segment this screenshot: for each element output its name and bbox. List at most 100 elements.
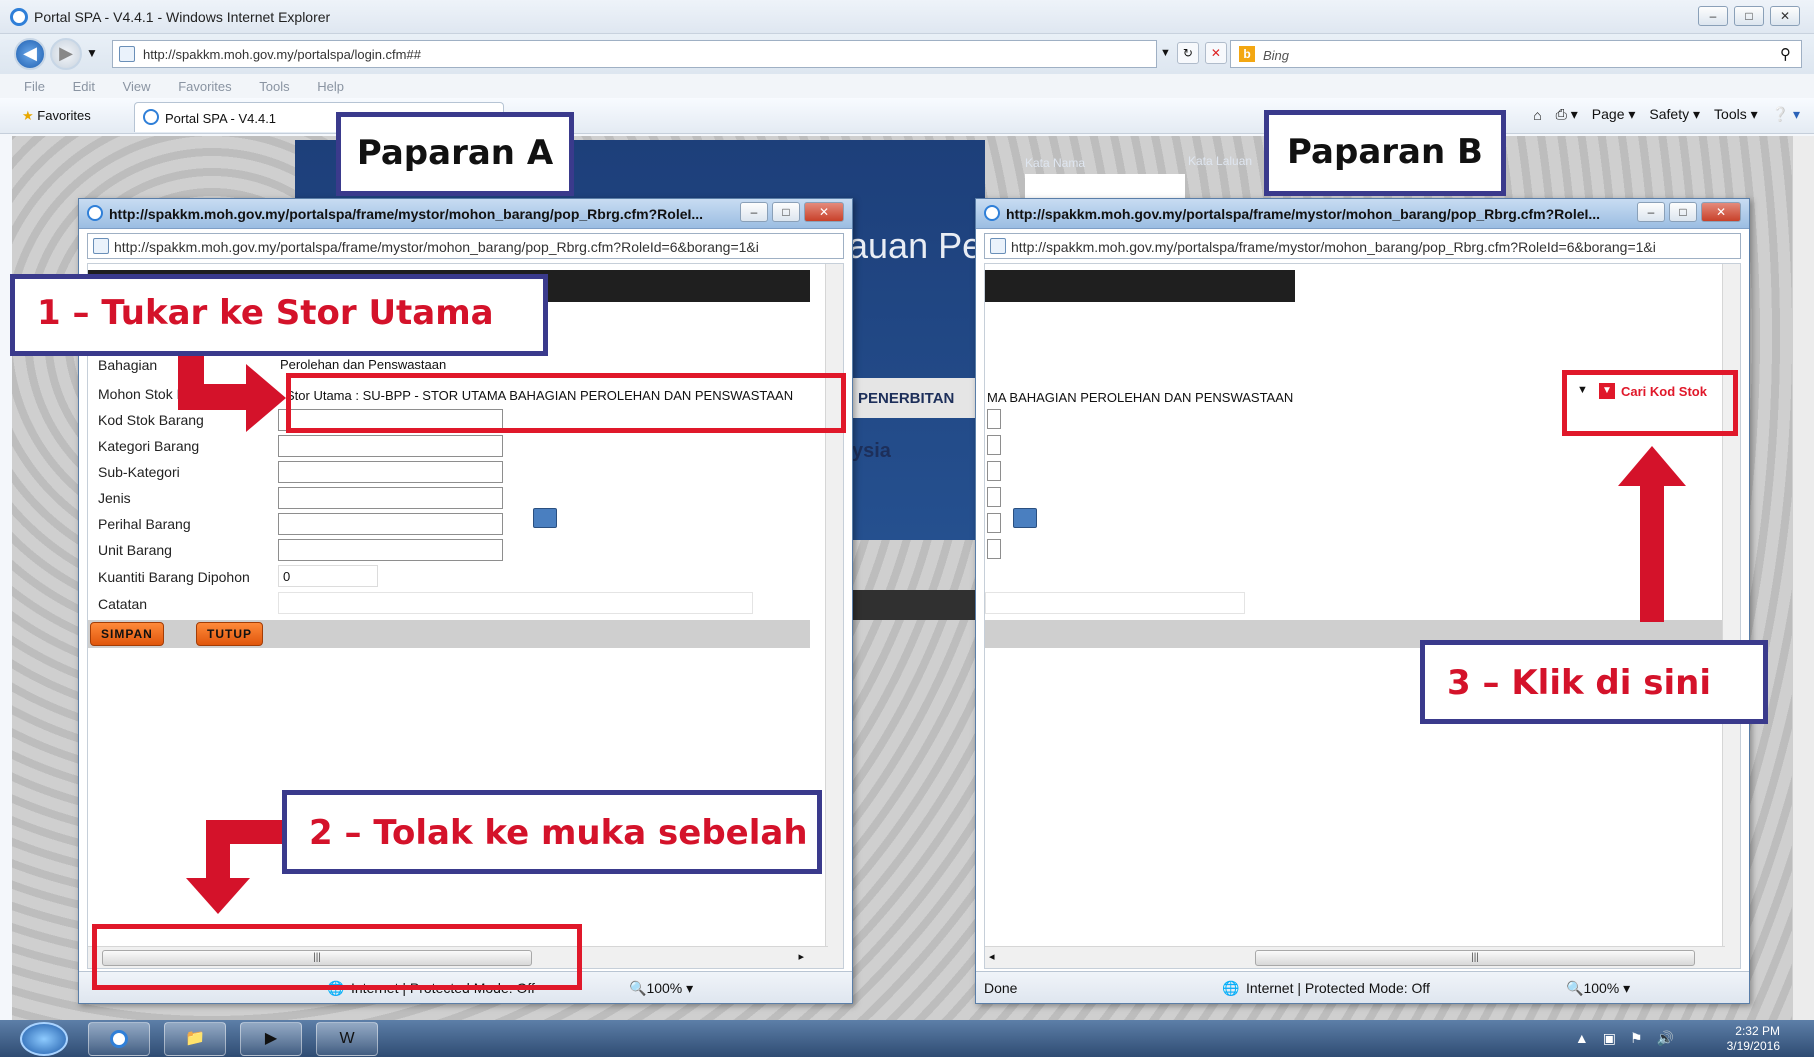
clock-date: 3/19/2016 bbox=[1726, 1039, 1780, 1053]
sub-kategori-input[interactable] bbox=[278, 461, 503, 483]
cmd-page[interactable]: Page ▾ bbox=[1592, 106, 1636, 123]
kategori-input[interactable] bbox=[987, 435, 1001, 455]
callout-step2: 2 – Tolak ke muka sebelah bbox=[282, 790, 822, 874]
maximize-icon[interactable]: □ bbox=[1734, 6, 1764, 26]
print-icon[interactable]: ⎙ ▾ bbox=[1556, 106, 1578, 123]
taskbar-explorer-icon[interactable]: 📁 bbox=[164, 1022, 226, 1056]
close-icon[interactable]: ✕ bbox=[1770, 6, 1800, 26]
lookup-icon[interactable] bbox=[533, 508, 557, 528]
label-perihal: Perihal Barang bbox=[98, 516, 191, 532]
kod-stok-input[interactable] bbox=[987, 409, 1001, 429]
tutup-button[interactable]: TUTUP bbox=[196, 622, 263, 646]
home-icon[interactable]: ⌂ bbox=[1533, 107, 1541, 123]
close-icon[interactable]: ✕ bbox=[804, 202, 844, 222]
search-icon[interactable]: ⚲ bbox=[1780, 45, 1791, 63]
jenis-input[interactable] bbox=[987, 487, 1001, 507]
label-catatan: Catatan bbox=[98, 596, 148, 612]
minimize-icon[interactable]: – bbox=[740, 202, 768, 222]
label-sub-kategori: Sub-Kategori bbox=[98, 464, 180, 480]
favorites-label: Favorites bbox=[37, 108, 91, 123]
taskbar-ie-icon[interactable] bbox=[88, 1022, 150, 1056]
cmd-tools[interactable]: Tools ▾ bbox=[1714, 106, 1758, 123]
close-icon[interactable]: ✕ bbox=[1701, 202, 1741, 222]
maximize-icon[interactable]: □ bbox=[1669, 202, 1697, 222]
status-done: Done bbox=[984, 980, 1018, 996]
hscroll-thumb[interactable]: ||| bbox=[1255, 950, 1695, 966]
scroll-right-icon[interactable]: ▸ bbox=[798, 950, 804, 963]
callout-step3: 3 – Klik di sini bbox=[1420, 640, 1768, 724]
taskbar-word-icon[interactable]: W bbox=[316, 1022, 378, 1056]
zoom-level[interactable]: 🔍100% ▾ bbox=[1566, 980, 1630, 997]
address-text: http://spakkm.moh.gov.my/portalspa/login… bbox=[143, 47, 421, 62]
ie-logo-icon bbox=[984, 205, 1000, 221]
popup-b-titlebar: http://spakkm.moh.gov.my/portalspa/frame… bbox=[976, 199, 1749, 229]
arrow3-head-icon bbox=[1618, 446, 1686, 486]
address-row: ◀ ▶ ▼ http://spakkm.moh.gov.my/portalspa… bbox=[0, 34, 1814, 74]
jenis-input[interactable] bbox=[278, 487, 503, 509]
catatan-input[interactable] bbox=[985, 592, 1245, 614]
menu-favorites[interactable]: Favorites bbox=[178, 79, 231, 94]
address-bar[interactable]: http://spakkm.moh.gov.my/portalspa/login… bbox=[112, 40, 1157, 68]
highlight-store-select bbox=[286, 373, 846, 433]
label-jenis: Jenis bbox=[98, 490, 131, 506]
menu-help[interactable]: Help bbox=[317, 79, 344, 94]
menu-view[interactable]: View bbox=[123, 79, 151, 94]
label-kod-stok: Kod Stok Barang bbox=[98, 412, 204, 428]
start-button[interactable] bbox=[20, 1022, 68, 1056]
favorites-button[interactable]: ★ Favorites bbox=[22, 108, 91, 124]
label-kata-nama: Kata Nama bbox=[1025, 156, 1086, 170]
minimize-icon[interactable]: – bbox=[1698, 6, 1728, 26]
banner-title: lauan Pe bbox=[840, 225, 983, 266]
username-input[interactable] bbox=[1025, 174, 1185, 198]
lookup-icon[interactable] bbox=[1013, 508, 1037, 528]
stop-icon[interactable]: ✕ bbox=[1204, 42, 1227, 64]
highlight-hscroll bbox=[92, 924, 582, 990]
search-placeholder: Bing bbox=[1263, 48, 1290, 63]
kuantiti-input[interactable]: 0 bbox=[278, 565, 378, 587]
page-icon bbox=[119, 46, 135, 62]
address-tools: ▼ ↻ ✕ bbox=[1160, 42, 1227, 64]
refresh-icon[interactable]: ↻ bbox=[1176, 42, 1199, 64]
perihal-input[interactable] bbox=[987, 513, 1001, 533]
popup-b-address-bar[interactable]: http://spakkm.moh.gov.my/portalspa/frame… bbox=[984, 233, 1741, 259]
page-icon bbox=[990, 238, 1006, 254]
search-input[interactable]: b Bing ⚲ bbox=[1230, 40, 1802, 68]
flag-icon[interactable]: ⚑ bbox=[1630, 1030, 1643, 1047]
perihal-input[interactable] bbox=[278, 513, 503, 535]
clock-time: 2:32 PM bbox=[1735, 1024, 1780, 1038]
forward-button[interactable]: ▶ bbox=[50, 38, 82, 70]
back-button[interactable]: ◀ bbox=[14, 38, 46, 70]
scroll-left-icon[interactable]: ◂ bbox=[989, 950, 995, 963]
popup-a-vscroll[interactable] bbox=[825, 264, 843, 968]
dropdown-icon[interactable]: ▼ bbox=[1160, 47, 1171, 59]
network-icon[interactable]: ▣ bbox=[1603, 1030, 1616, 1047]
sub-kategori-input[interactable] bbox=[987, 461, 1001, 481]
star-icon: ★ bbox=[22, 108, 34, 123]
menu-file[interactable]: File bbox=[24, 79, 45, 94]
taskbar-media-icon[interactable]: ▶ bbox=[240, 1022, 302, 1056]
maximize-icon[interactable]: □ bbox=[772, 202, 800, 222]
unit-input[interactable] bbox=[987, 539, 1001, 559]
popup-a-address-bar[interactable]: http://spakkm.moh.gov.my/portalspa/frame… bbox=[87, 233, 844, 259]
malaysia-text: ysia bbox=[852, 440, 891, 462]
menu-edit[interactable]: Edit bbox=[73, 79, 95, 94]
cmd-safety[interactable]: Safety ▾ bbox=[1649, 106, 1700, 123]
page-scrollbar[interactable] bbox=[1792, 136, 1814, 1020]
zoom-level[interactable]: 🔍100% ▾ bbox=[629, 980, 693, 997]
store-select-value: MA BAHAGIAN PEROLEHAN DAN PENSWASTAAN bbox=[987, 390, 1294, 405]
clock[interactable]: 2:32 PM 3/19/2016 bbox=[1727, 1024, 1780, 1054]
menu-tools[interactable]: Tools bbox=[259, 79, 289, 94]
volume-icon[interactable]: 🔊 bbox=[1657, 1030, 1674, 1047]
tray-expand-icon[interactable]: ▲ bbox=[1575, 1030, 1589, 1047]
label-unit: Unit Barang bbox=[98, 542, 172, 558]
minimize-icon[interactable]: – bbox=[1637, 202, 1665, 222]
simpan-button[interactable]: SIMPAN bbox=[90, 622, 164, 646]
nav-penerbitan[interactable]: PENERBITAN bbox=[858, 390, 954, 407]
popup-b-hscroll[interactable]: ◂ ||| bbox=[985, 946, 1725, 968]
unit-input[interactable] bbox=[278, 539, 503, 561]
help-icon[interactable]: ❔ ▾ bbox=[1772, 106, 1800, 123]
catatan-input[interactable] bbox=[278, 592, 753, 614]
kategori-input[interactable] bbox=[278, 435, 503, 457]
arrow2-head-icon bbox=[186, 878, 250, 914]
history-dropdown-icon[interactable]: ▼ bbox=[86, 46, 98, 60]
